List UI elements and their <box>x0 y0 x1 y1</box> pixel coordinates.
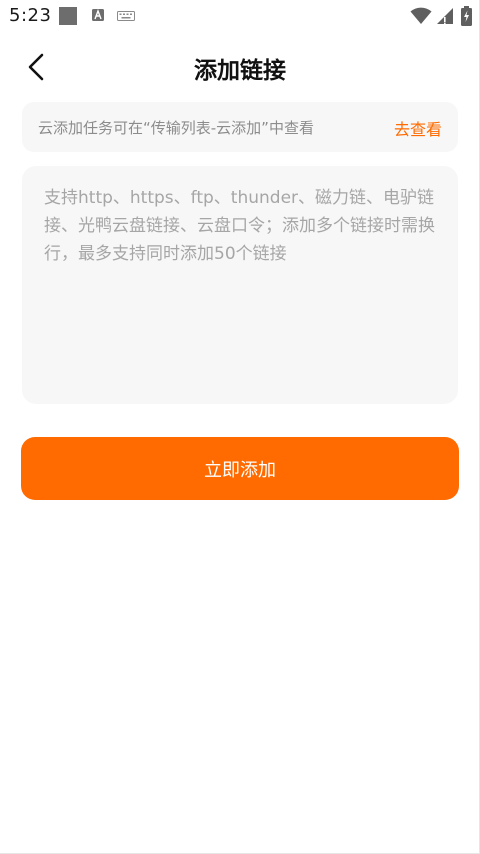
header: 添加链接 <box>0 40 480 94</box>
status-bar: 5:23 <box>0 0 480 34</box>
status-time: 5:23 <box>9 5 52 26</box>
cell-signal-icon <box>437 8 453 24</box>
cloud-add-notice: 云添加任务可在“传输列表-云添加”中查看 去查看 <box>22 102 458 152</box>
add-now-button[interactable]: 立即添加 <box>21 437 459 500</box>
notification-square-icon <box>59 7 77 25</box>
page-title: 添加链接 <box>194 58 286 84</box>
a-letter-icon <box>92 9 104 21</box>
keyboard-icon <box>117 11 135 21</box>
add-link-screen: 5:23 添加链接 云添加任务可在“传输列表-云添加”中查看 去查看 支持htt… <box>0 0 480 854</box>
link-input[interactable] <box>22 166 458 404</box>
view-tasks-link[interactable]: 去查看 <box>394 116 442 140</box>
wifi-icon <box>410 7 432 24</box>
battery-charging-icon <box>461 6 472 26</box>
notice-text: 云添加任务可在“传输列表-云添加”中查看 <box>38 119 314 137</box>
